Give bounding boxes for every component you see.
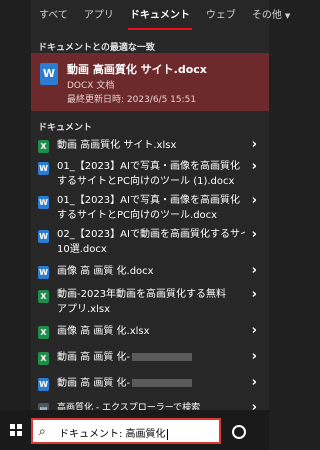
item-title-line1: 動画-2023年動画を高画質化する無料	[57, 289, 227, 300]
item-title: 画像 高 画質 化.docx	[57, 266, 154, 277]
tab-apps[interactable]: アプリ	[76, 0, 122, 32]
excel-icon: X	[38, 326, 49, 339]
search-icon: ⌕	[39, 424, 46, 438]
chevron-right-icon[interactable]: ›	[252, 375, 257, 390]
windows-start-icon[interactable]	[10, 424, 22, 436]
excel-icon: X	[38, 352, 49, 365]
item-title: 動画 高 画質 化-	[57, 378, 131, 389]
item-title-line2: するサイトとPC向けのツール (1).docx	[57, 176, 235, 187]
best-match-name: 動画 高画質化 サイト.docx	[67, 63, 207, 76]
chevron-right-icon[interactable]: ›	[252, 287, 257, 302]
best-match-modified: 最終更新日時: 2023/6/5 15:51	[67, 95, 197, 105]
best-match-heading: ドキュメントとの最適な一致	[38, 43, 155, 53]
item-title-line1: 01_【2023】AIで写真・画像を高画質化	[57, 161, 240, 172]
chevron-right-icon[interactable]: ›	[252, 193, 257, 208]
task-view-icon[interactable]	[232, 425, 246, 439]
item-title-line2: 10選.docx	[57, 244, 107, 255]
word-icon: W	[38, 162, 49, 175]
list-item[interactable]: W 01_【2023】AIで写真・画像を高画質化 するサイトとPC向けのツール.d…	[31, 191, 269, 225]
list-item[interactable]: W 動画 高 画質 化- ›	[31, 371, 269, 397]
document-list: X 動画 高画質化 サイト.xlsx › W 01_【2023】AIで写真・画像…	[31, 135, 269, 421]
word-icon: W	[38, 378, 49, 391]
item-title-line1: 01_【2023】AIで写真・画像を高画質化	[57, 195, 240, 206]
word-icon: W	[38, 230, 49, 243]
item-title: 動画 高 画質 化-	[57, 352, 131, 363]
list-item[interactable]: X 動画-2023年動画を高画質化する無料 アプリ.xlsx ›	[31, 285, 269, 319]
list-item[interactable]: W 01_【2023】AIで写真・画像を高画質化 するサイトとPC向けのツール (…	[31, 157, 269, 191]
tab-more[interactable]: その他 ▼	[244, 0, 298, 32]
chevron-right-icon[interactable]: ›	[252, 227, 257, 242]
best-match-type: DOCX 文档	[67, 81, 115, 91]
search-results-panel: すべて アプリ ドキュメント ウェブ その他 ▼ ドキュメントとの最適な一致 W …	[0, 0, 290, 416]
item-title-line2: するサイトとPC向けのツール.docx	[57, 210, 218, 221]
list-item[interactable]: W 画像 高 画質 化.docx ›	[31, 259, 269, 285]
taskbar: ⌕ ドキュメント: 高画質化	[0, 410, 269, 450]
chevron-down-icon: ▼	[284, 12, 291, 20]
tab-more-label: その他	[251, 10, 282, 21]
word-icon: W	[40, 63, 58, 85]
tab-documents[interactable]: ドキュメント	[122, 0, 198, 32]
excel-icon: X	[38, 290, 49, 303]
search-input[interactable]: ⌕ ドキュメント: 高画質化	[31, 418, 221, 444]
text-cursor	[166, 428, 168, 440]
chevron-right-icon[interactable]: ›	[252, 323, 257, 338]
left-strip	[0, 0, 31, 410]
filter-tabs: すべて アプリ ドキュメント ウェブ その他 ▼	[31, 0, 290, 32]
word-icon: W	[38, 266, 49, 279]
item-title: 動画 高画質化 サイト.xlsx	[57, 140, 177, 151]
chevron-right-icon[interactable]: ›	[252, 349, 257, 364]
documents-heading: ドキュメント	[38, 123, 93, 133]
search-query: ドキュメント: 高画質化	[59, 429, 166, 440]
item-title: 画像 高 画質 化.xlsx	[57, 326, 150, 337]
excel-icon: X	[38, 140, 49, 153]
tab-all[interactable]: すべて	[31, 0, 76, 32]
word-icon: W	[38, 196, 49, 209]
chevron-right-icon[interactable]: ›	[252, 263, 257, 278]
chevron-right-icon[interactable]: ›	[252, 137, 257, 152]
list-item[interactable]: X 画像 高 画質 化.xlsx ›	[31, 319, 269, 345]
list-item[interactable]: W 02_【2023】AIで動画を高画質化するサイト 10選.docx ›	[31, 225, 269, 259]
redacted-text	[132, 379, 193, 387]
item-title-line1: 02_【2023】AIで動画を高画質化するサイト	[57, 229, 245, 240]
list-item[interactable]: X 動画 高 画質 化- ›	[31, 345, 269, 371]
redacted-text	[132, 353, 193, 361]
tab-web[interactable]: ウェブ	[198, 0, 244, 32]
list-item[interactable]: X 動画 高画質化 サイト.xlsx ›	[31, 135, 269, 157]
item-title-line2: アプリ.xlsx	[57, 304, 111, 315]
chevron-right-icon[interactable]: ›	[252, 159, 257, 174]
best-match-item[interactable]: W 動画 高画質化 サイト.docx DOCX 文档 最終更新日時: 2023/…	[31, 53, 269, 111]
